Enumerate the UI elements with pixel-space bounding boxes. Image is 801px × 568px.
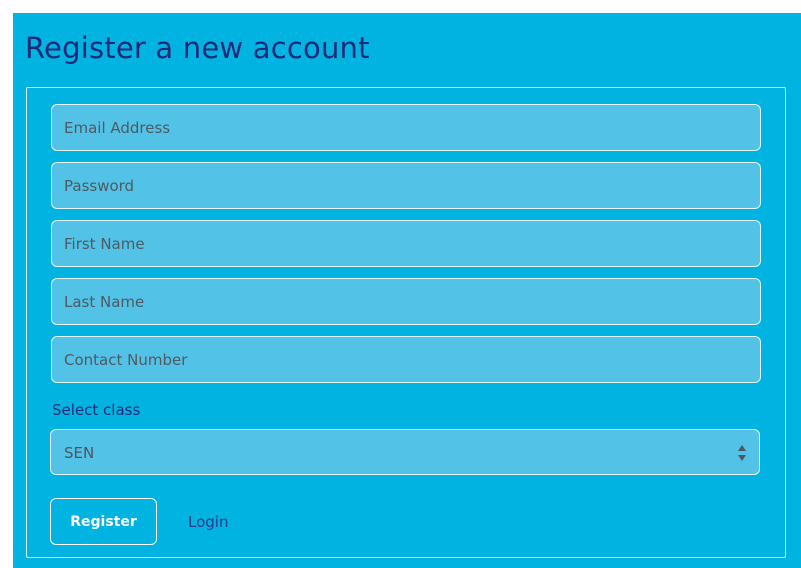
password-field[interactable] <box>51 162 761 209</box>
contact-number-field[interactable] <box>51 336 761 383</box>
register-button[interactable]: Register <box>50 498 157 545</box>
login-link[interactable]: Login <box>188 513 228 531</box>
email-field[interactable] <box>51 104 761 151</box>
class-select[interactable]: SEN <box>50 429 760 475</box>
last-name-field[interactable] <box>51 278 761 325</box>
page-title: Register a new account <box>25 31 370 65</box>
first-name-field[interactable] <box>51 220 761 267</box>
class-select-value: SEN <box>64 444 95 462</box>
select-class-label: Select class <box>52 401 141 419</box>
up-down-chevron-icon <box>737 444 747 462</box>
